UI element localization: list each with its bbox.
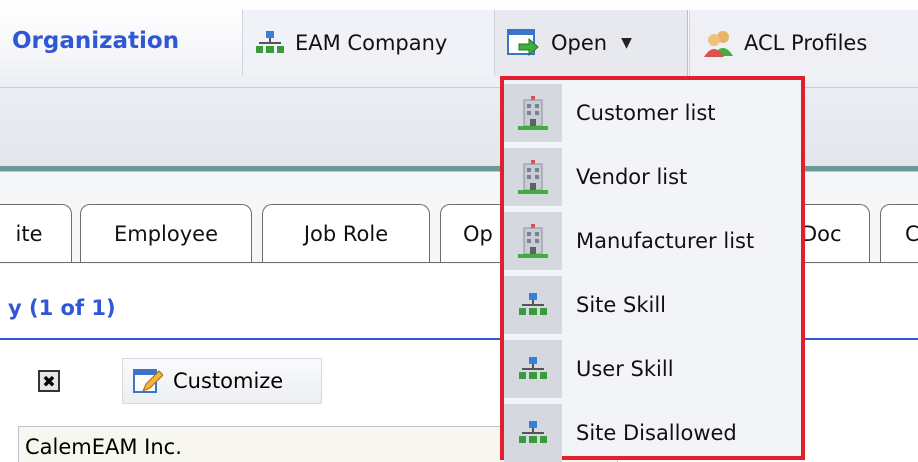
org-chart-icon [504,340,562,398]
menu-item-user-skill[interactable]: User Skill [504,338,801,400]
menu-item-label: Manufacturer list [576,229,755,253]
tab-label: Job Role [303,221,389,246]
eam-company-button[interactable]: EAM Company [242,10,494,76]
record-count: y (1 of 1) [8,296,116,320]
tab-label: ite [15,221,43,246]
menu-item-label: Customer list [576,101,716,125]
open-dropdown-menu: Customer list Vendor list Manufacturer l… [500,76,805,462]
tab-label: C [905,221,918,246]
menu-item-label: Site Disallowed [576,421,737,445]
close-icon: ✖ [42,371,56,391]
customize-label: Customize [173,369,284,393]
building-icon [504,84,562,142]
close-button[interactable]: ✖ [38,370,60,392]
menu-item-label: Site Skill [576,293,666,317]
menu-item-label: User Skill [576,357,674,381]
menu-item-label: Vendor list [576,165,688,189]
org-chart-icon [255,30,285,56]
building-icon [504,148,562,206]
menu-item-manufacturer-list[interactable]: Manufacturer list [504,210,801,272]
tab-label: Doc [801,221,842,246]
tab-label: Employee [113,221,218,246]
menu-item-site-skill[interactable]: Site Skill [504,274,801,336]
tab-job-role[interactable]: Job Role [262,204,430,262]
eam-company-label: EAM Company [295,31,448,55]
section-title: Organization [12,28,180,54]
tab-employee[interactable]: Employee [80,204,252,262]
customize-button[interactable]: Customize [122,358,322,404]
chevron-down-icon: ▼ [621,35,632,51]
open-window-icon [507,28,541,58]
acl-profiles-label: ACL Profiles [744,31,868,55]
org-chart-icon [504,404,562,462]
acl-profiles-button[interactable]: ACL Profiles [689,10,918,76]
users-icon [704,29,734,57]
building-icon [504,212,562,270]
open-menu-button[interactable]: Open ▼ [494,10,688,76]
org-chart-icon [504,276,562,334]
tab-site[interactable]: ite [0,204,72,262]
menu-item-vendor-list[interactable]: Vendor list [504,146,801,208]
customize-pencil-icon [133,367,163,395]
top-toolbar: Organization EAM Company Open ▼ ACL Prof… [0,0,918,88]
tab-c[interactable]: C [880,204,918,262]
row-value: CalemEAM Inc. [25,435,182,459]
open-label: Open [551,31,608,55]
menu-item-site-disallowed[interactable]: Site Disallowed [504,402,801,462]
tab-label: Op [463,221,493,246]
menu-item-customer-list[interactable]: Customer list [504,82,801,144]
